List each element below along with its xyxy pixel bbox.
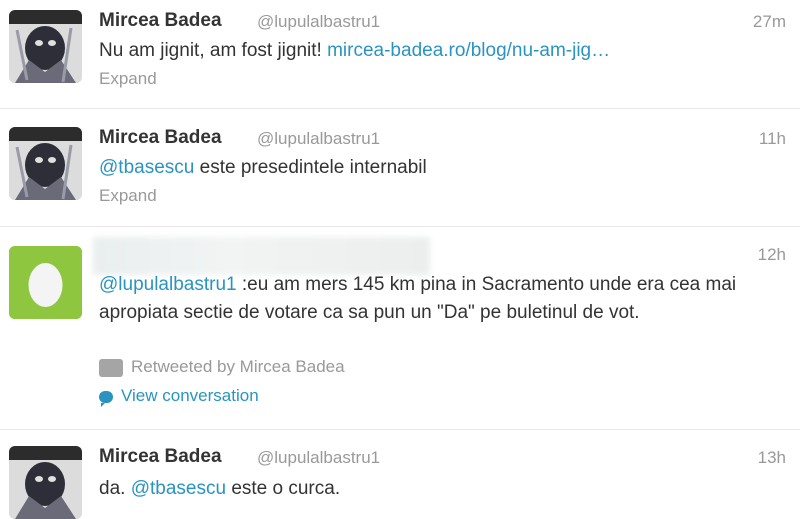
tweet-text: @tbasescu este presedintele internabil bbox=[99, 154, 786, 182]
tweet-item[interactable]: Mircea Badea @lupulalbastru1 13h da. @tb… bbox=[0, 430, 800, 519]
mention-link[interactable]: @tbasescu bbox=[131, 478, 226, 499]
expand-link[interactable]: Expand bbox=[99, 186, 157, 206]
tweet-timestamp[interactable]: 12h bbox=[758, 245, 786, 265]
tweet-text-body: da. bbox=[99, 478, 131, 499]
author-name[interactable]: Mircea Badea bbox=[99, 10, 222, 32]
tweet-text-body: este o curca. bbox=[226, 478, 341, 499]
tweet-text-body: Nu am jignit, am fost jignit! bbox=[99, 40, 328, 61]
tweet-link[interactable]: mircea-badea.ro/blog/nu-am-jig… bbox=[327, 40, 610, 61]
tweet-timestamp[interactable]: 11h bbox=[759, 129, 786, 149]
tweet-item[interactable]: Mircea Badea @lupulalbastru1 11h @tbases… bbox=[0, 109, 800, 227]
avatar[interactable] bbox=[9, 10, 82, 83]
view-conversation-link[interactable]: View conversation bbox=[99, 386, 259, 407]
avatar-image bbox=[9, 127, 82, 200]
author-name[interactable]: Mircea Badea bbox=[99, 127, 222, 149]
tweet-item[interactable]: Mircea Badea @lupulalbastru1 27m Nu am j… bbox=[0, 0, 800, 109]
speech-bubble-icon bbox=[99, 390, 113, 407]
mention-link[interactable]: @tbasescu bbox=[99, 157, 194, 178]
avatar[interactable] bbox=[9, 446, 82, 519]
tweet-text: @lupulalbastru1 :eu am mers 145 km pina … bbox=[99, 271, 786, 327]
avatar-image bbox=[9, 10, 82, 83]
view-conversation-label[interactable]: View conversation bbox=[121, 386, 259, 405]
author-handle[interactable]: @lupulalbastru1 bbox=[257, 448, 380, 468]
retweeted-by-text[interactable]: Retweeted by Mircea Badea bbox=[131, 357, 345, 376]
expand-link[interactable]: Expand bbox=[99, 69, 157, 89]
avatar-image bbox=[9, 446, 82, 519]
author-handle[interactable]: @lupulalbastru1 bbox=[257, 129, 380, 149]
blurred-author bbox=[93, 237, 430, 275]
retweet-icon bbox=[99, 358, 123, 377]
tweet-text: da. @tbasescu este o curca. bbox=[99, 475, 786, 503]
tweet-timestamp[interactable]: 13h bbox=[758, 448, 786, 468]
tweet-timestamp[interactable]: 27m bbox=[753, 12, 786, 32]
mention-link[interactable]: @lupulalbastru1 bbox=[99, 274, 237, 295]
tweet-text-body: este presedintele internabil bbox=[194, 157, 427, 178]
retweeted-by: Retweeted by Mircea Badea bbox=[99, 357, 345, 381]
tweet-text: Nu am jignit, am fost jignit! mircea-bad… bbox=[99, 37, 786, 65]
avatar[interactable] bbox=[9, 246, 82, 319]
avatar[interactable] bbox=[9, 127, 82, 200]
egg-avatar bbox=[9, 246, 82, 319]
author-handle[interactable]: @lupulalbastru1 bbox=[257, 12, 380, 32]
tweet-timeline: Mircea Badea @lupulalbastru1 27m Nu am j… bbox=[0, 0, 800, 519]
author-name[interactable]: Mircea Badea bbox=[99, 446, 222, 468]
